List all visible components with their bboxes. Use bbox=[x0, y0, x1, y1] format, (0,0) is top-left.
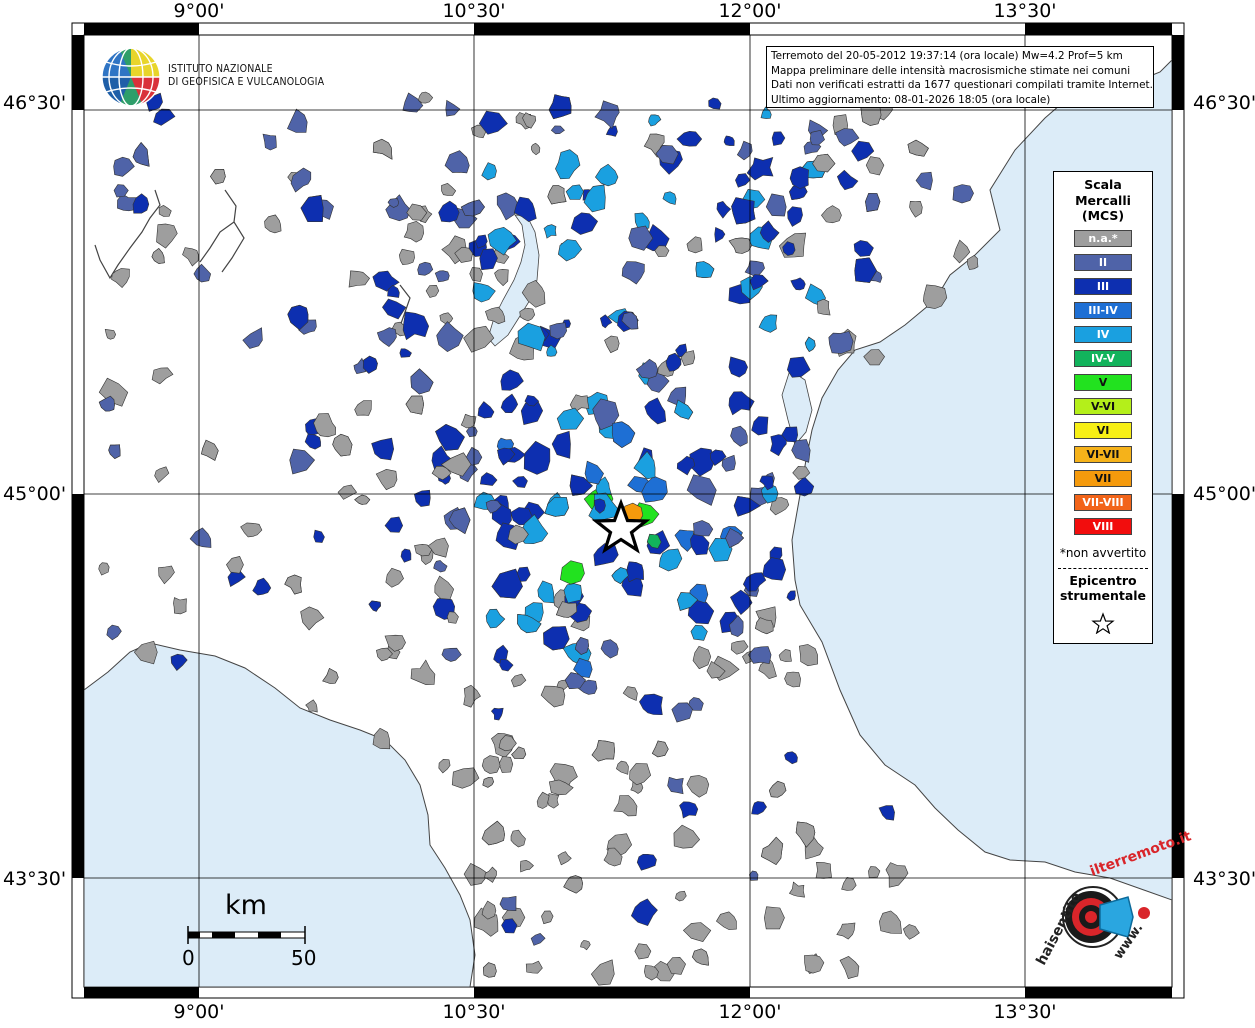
lon-label-12-00-top: 12°00' bbox=[718, 0, 782, 22]
lon-label-9-00-bottom: 9°00' bbox=[173, 1001, 225, 1023]
institute-line-1: ISTITUTO NAZIONALE bbox=[168, 63, 273, 75]
municipality-patch bbox=[262, 133, 277, 151]
lon-label-10-30-bottom: 10°30' bbox=[442, 1001, 506, 1023]
legend-item-iv: IV bbox=[1074, 326, 1132, 343]
legend-item-vvi: V-VI bbox=[1074, 398, 1132, 415]
legend-item-vivii: VI-VII bbox=[1074, 446, 1132, 463]
municipality-patch bbox=[563, 583, 583, 604]
scale-start: 0 bbox=[182, 946, 195, 970]
municipality-patch bbox=[817, 298, 831, 316]
municipality-patch bbox=[731, 197, 756, 225]
lat-label-43-30-left: 43°30' bbox=[3, 868, 67, 890]
legend-item-vii: VII bbox=[1074, 470, 1132, 487]
municipality-patch bbox=[815, 861, 832, 879]
legend-title-line-1: Scala bbox=[1084, 177, 1122, 192]
lon-label-12-00-bottom: 12°00' bbox=[718, 1001, 782, 1023]
municipality-patch bbox=[828, 330, 854, 354]
legend-separator bbox=[1058, 568, 1148, 569]
legend-item-viiviii: VII-VIII bbox=[1074, 494, 1132, 511]
municipality-patch bbox=[865, 193, 881, 212]
intensity-map: haisentito ilterremoto.it www. 46°30' 45… bbox=[0, 0, 1255, 1024]
legend-epicenter-label: Epicentro strumentale bbox=[1054, 573, 1152, 603]
mcs-legend: Scala Mercalli (MCS) n.a.* II III III-IV IV I… bbox=[1053, 171, 1153, 644]
lat-label-46-30-right: 46°30' bbox=[1193, 92, 1255, 114]
lat-label-45-00-right: 45°00' bbox=[1193, 483, 1255, 505]
legend-item-na: n.a.* bbox=[1074, 230, 1132, 247]
lon-label-13-30-top: 13°30' bbox=[993, 0, 1057, 22]
legend-epicenter-line-1: Epicentro bbox=[1069, 573, 1137, 588]
lon-label-9-00-top: 9°00' bbox=[173, 0, 225, 22]
info-line-description: Mappa preliminare delle intensità macros… bbox=[771, 64, 1131, 77]
lon-label-13-30-bottom: 13°30' bbox=[993, 1001, 1057, 1023]
municipality-patch bbox=[173, 597, 187, 615]
info-line-event: Terremoto del 20-05-2012 19:37:14 (ora l… bbox=[771, 50, 1123, 62]
ingv-logo-icon bbox=[101, 47, 161, 107]
municipality-patch bbox=[398, 248, 415, 266]
scale-end: 50 bbox=[291, 946, 317, 970]
earthquake-info-box: Terremoto del 20-05-2012 19:37:14 (ora l… bbox=[766, 46, 1154, 108]
institute-name: ISTITUTO NAZIONALE DI GEOFISICA E VULCAN… bbox=[168, 63, 324, 89]
legend-item-iii: III bbox=[1074, 278, 1132, 295]
legend-item-ii: II bbox=[1074, 254, 1132, 271]
legend-item-iiiiv: III-IV bbox=[1074, 302, 1132, 319]
legend-item-v: V bbox=[1074, 374, 1132, 391]
legend-item-viii: VIII bbox=[1074, 518, 1132, 535]
legend-item-ivv: IV-V bbox=[1074, 350, 1132, 367]
legend-epicenter-line-2: strumentale bbox=[1059, 588, 1147, 603]
info-line-updated: Ultimo aggiornamento: 08-01-2026 18:05 (… bbox=[771, 93, 1051, 106]
lat-label-46-30-left: 46°30' bbox=[3, 92, 67, 114]
scale-unit: km bbox=[225, 890, 267, 921]
legend-star-icon bbox=[1091, 612, 1115, 638]
legend-item-vi: VI bbox=[1074, 422, 1132, 439]
lat-label-45-00-left: 45°00' bbox=[3, 483, 67, 505]
institute-line-2: DI GEOFISICA E VULCANOLOGIA bbox=[168, 76, 325, 88]
legend-title-line-3: (MCS) bbox=[1081, 208, 1125, 223]
legend-title: Scala Mercalli (MCS) bbox=[1054, 177, 1152, 224]
municipality-patch bbox=[626, 561, 644, 583]
legend-title-line-2: Mercalli bbox=[1075, 192, 1131, 208]
info-line-source: Dati non verificati estratti da 1677 que… bbox=[771, 79, 1153, 92]
lat-label-43-30-right: 43°30' bbox=[1193, 868, 1255, 890]
legend-note: *non avvertito bbox=[1059, 546, 1147, 560]
lon-label-10-30-top: 10°30' bbox=[442, 0, 506, 22]
